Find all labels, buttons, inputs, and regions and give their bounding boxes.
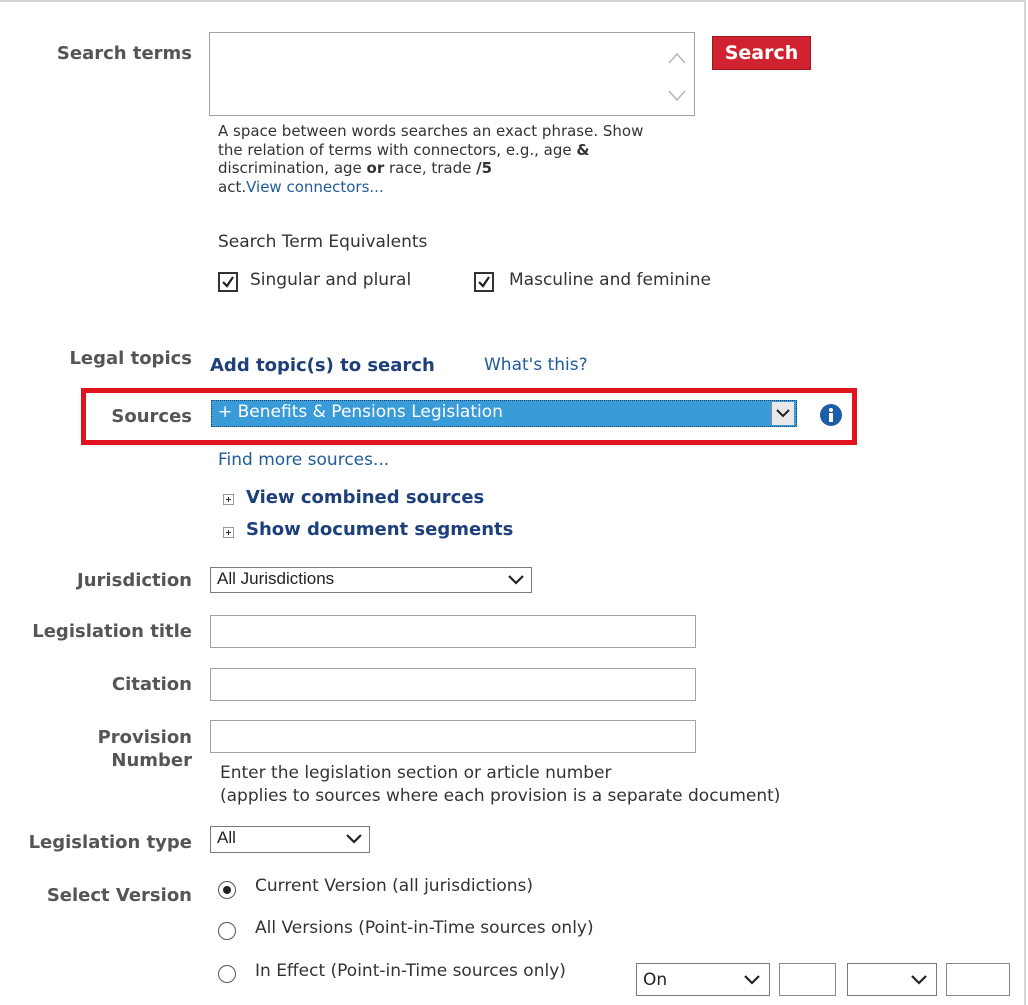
view-connectors-link[interactable]: View connectors... (246, 178, 384, 196)
chevron-down-icon[interactable] (771, 402, 794, 425)
legislation-type-label: Legislation type (28, 832, 192, 853)
jurisdiction-select[interactable]: All Jurisdictions (210, 567, 532, 593)
info-icon[interactable] (820, 404, 842, 426)
whats-this-link[interactable]: What's this? (484, 355, 588, 375)
search-help-fragment: discrimination, age (218, 159, 367, 177)
singular-plural-checkbox[interactable] (218, 272, 238, 292)
in-effect-day-input[interactable] (779, 963, 836, 996)
scroll-down-icon[interactable] (668, 87, 686, 107)
search-help-line: act.View connectors... (218, 178, 778, 197)
checkmark-icon (478, 276, 490, 288)
search-help-fragment: the relation of terms with connectors, e… (218, 140, 577, 159)
search-help-fragment: act. (218, 177, 247, 196)
provision-label-line2: Number (111, 750, 192, 771)
connector-or: or (366, 159, 385, 177)
in-effect-year-input[interactable] (946, 963, 1010, 996)
search-terms-input[interactable] (209, 32, 695, 116)
legislation-type-selected-value: All (217, 828, 236, 847)
select-version-label: Select Version (46, 885, 192, 906)
legislation-title-input[interactable] (210, 615, 696, 648)
in-effect-label: In Effect (Point-in-Time sources only) (255, 961, 566, 981)
equivalents-heading: Search Term Equivalents (218, 232, 428, 252)
radio-in-effect[interactable] (218, 965, 236, 983)
in-effect-month-select[interactable] (847, 963, 937, 996)
chevron-down-icon (505, 569, 527, 591)
chevron-down-icon (343, 828, 365, 850)
singular-plural-label: Singular and plural (250, 270, 412, 290)
show-document-segments-link[interactable]: Show document segments (246, 519, 513, 540)
masculine-feminine-checkbox[interactable] (474, 272, 494, 292)
search-help-fragment: race, trade (384, 159, 477, 177)
all-versions-label: All Versions (Point-in-Time sources only… (255, 918, 594, 938)
connector-and: & (576, 140, 590, 159)
sources-label: Sources (111, 406, 192, 427)
radio-current-version[interactable] (218, 881, 236, 899)
citation-label: Citation (111, 674, 192, 695)
provision-label-line1: Provision (97, 727, 192, 748)
expand-plus-icon[interactable] (223, 494, 234, 505)
search-button[interactable]: Search (712, 36, 811, 70)
chevron-down-icon (908, 969, 930, 991)
checkmark-icon (222, 276, 234, 288)
chevron-down-icon (741, 969, 763, 991)
add-topics-link[interactable]: Add topic(s) to search (210, 355, 435, 376)
sources-selected-value: + Benefits & Pensions Legislation (218, 402, 503, 422)
radio-all-versions[interactable] (218, 922, 236, 940)
sources-select[interactable]: + Benefits & Pensions Legislation (211, 400, 797, 427)
legislation-type-select[interactable]: All (210, 826, 370, 853)
provision-number-input[interactable] (210, 720, 696, 753)
view-combined-sources-link[interactable]: View combined sources (246, 487, 484, 508)
search-help-text: A space between words searches an exact … (218, 122, 778, 196)
provision-help-line1: Enter the legislation section or article… (220, 763, 612, 783)
in-effect-select[interactable]: On (636, 963, 770, 996)
scroll-up-icon[interactable] (668, 49, 686, 69)
expand-plus-icon[interactable] (223, 527, 234, 538)
in-effect-selected-value: On (643, 970, 668, 990)
jurisdiction-label: Jurisdiction (77, 570, 192, 591)
legal-topics-label: Legal topics (69, 348, 192, 369)
connector-w5: /5 (476, 159, 493, 177)
find-more-sources-link[interactable]: Find more sources... (218, 450, 389, 470)
citation-input[interactable] (210, 668, 696, 701)
legislation-title-label: Legislation title (32, 621, 192, 642)
search-help-line: discrimination, age or race, trade /5 (218, 159, 778, 178)
search-help-line: the relation of terms with connectors, e… (218, 141, 778, 160)
masculine-feminine-label: Masculine and feminine (509, 270, 711, 290)
jurisdiction-selected-value: All Jurisdictions (217, 569, 335, 588)
provision-help-line2: (applies to sources where each provision… (220, 786, 781, 806)
search-help-line: A space between words searches an exact … (218, 122, 644, 140)
current-version-label: Current Version (all jurisdictions) (255, 876, 534, 896)
search-terms-label: Search terms (56, 43, 192, 64)
